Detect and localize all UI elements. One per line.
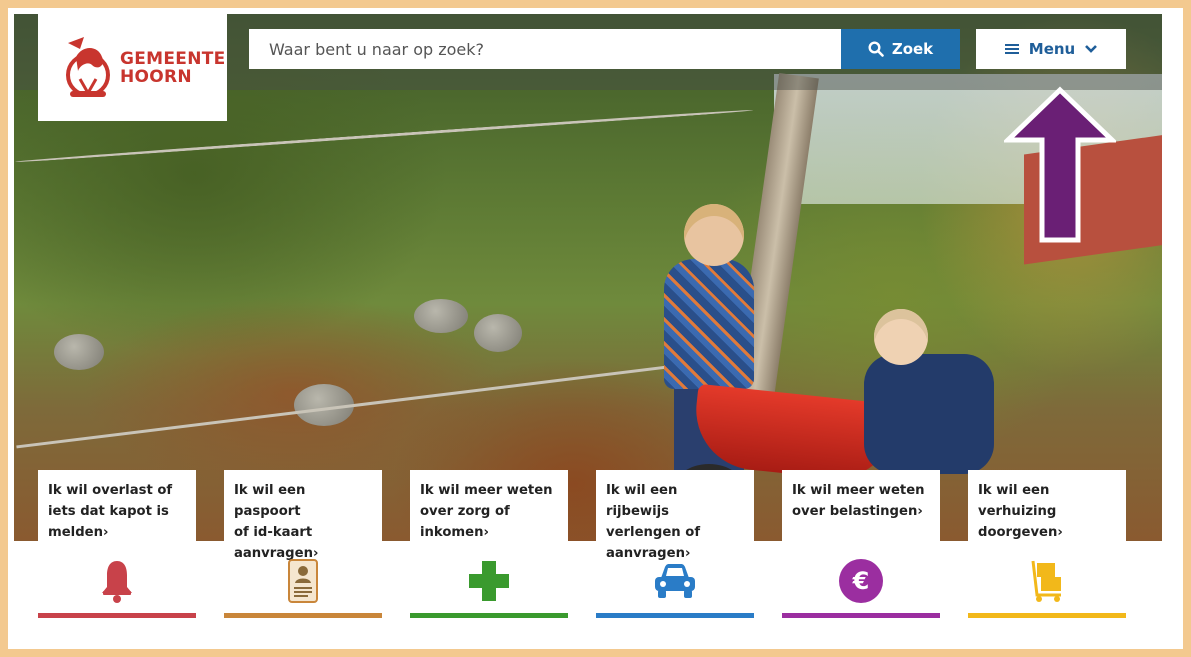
- tile-belastingen[interactable]: Ik wil meer weten over belastingen› €: [782, 470, 940, 618]
- chevron-down-icon: [1085, 45, 1098, 53]
- tile-rijbewijs[interactable]: Ik wil een rijbewijs verlengen of aanvrage…: [596, 470, 754, 618]
- site-logo[interactable]: GEMEENTE HOORN: [38, 14, 227, 121]
- task-tiles: Ik wil overlast of iets dat kapot is melde…: [38, 470, 1128, 620]
- search-field: [249, 29, 841, 69]
- bell-icon: [38, 556, 196, 606]
- search-input[interactable]: [269, 39, 841, 59]
- tile-overlast[interactable]: Ik wil overlast of iets dat kapot is melde…: [38, 470, 196, 618]
- tile-label: Ik wil een paspoort of id-kaart aanvragen›: [224, 470, 382, 561]
- tile-label: Ik wil meer weten over belastingen›: [782, 470, 940, 552]
- search-button-label: Zoek: [891, 40, 934, 58]
- search-icon: [868, 41, 884, 57]
- tile-zorg[interactable]: Ik wil meer weten over zorg of inkomen›: [410, 470, 568, 618]
- search-button[interactable]: Zoek: [841, 29, 960, 69]
- car-icon: [596, 556, 754, 606]
- tile-label: Ik wil een verhuizing doorgeven›: [968, 470, 1126, 552]
- id-card-icon: [224, 556, 382, 606]
- tile-label: Ik wil meer weten over zorg of inkomen›: [410, 470, 568, 552]
- tile-verhuizing[interactable]: Ik wil een verhuizing doorgeven›: [968, 470, 1126, 618]
- tile-label: Ik wil een rijbewijs verlengen of aanvrage…: [596, 470, 754, 561]
- plus-icon: [410, 556, 568, 606]
- euro-icon: €: [782, 556, 940, 606]
- logo-text-gemeente: GEMEENTE: [120, 48, 226, 69]
- svg-text:€: €: [852, 567, 870, 595]
- logo-text-hoorn: HOORN: [120, 66, 192, 87]
- tile-paspoort[interactable]: Ik wil een paspoort of id-kaart aanvragen›: [224, 470, 382, 618]
- menu-button[interactable]: Menu: [976, 29, 1126, 69]
- pointer-arrow-icon: [1004, 86, 1116, 243]
- moving-cart-icon: [968, 556, 1126, 606]
- menu-button-label: Menu: [1028, 40, 1076, 58]
- tile-label: Ik wil overlast of iets dat kapot is melde…: [38, 470, 196, 552]
- hamburger-icon: [1004, 44, 1019, 54]
- unicorn-crest-icon: [58, 35, 116, 101]
